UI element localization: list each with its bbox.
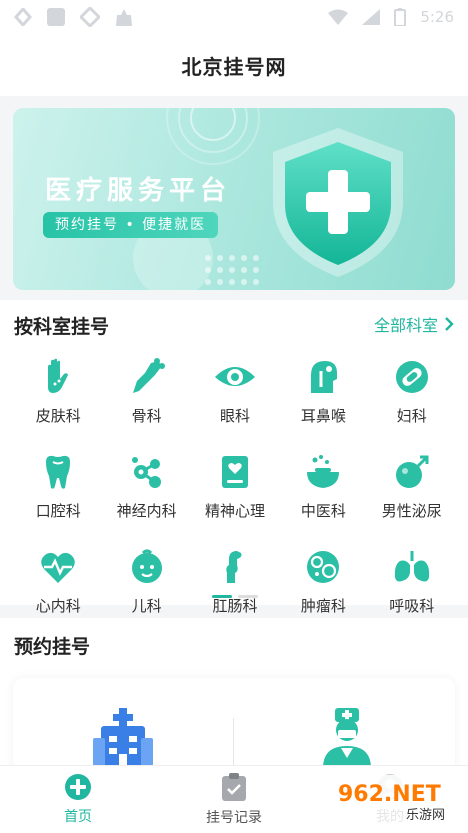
bag-icon	[116, 9, 132, 26]
neuron-icon	[131, 457, 161, 488]
tab-label: 首页	[64, 809, 92, 825]
watermark-text: 962.NET	[338, 782, 441, 807]
page-dot[interactable]	[238, 595, 258, 598]
dept-anorectal[interactable]: 肛肠科	[191, 545, 279, 616]
dept-neurology[interactable]: 神经内科	[102, 450, 190, 521]
cells-icon	[307, 551, 340, 583]
dept-label: 肛肠科	[212, 597, 258, 615]
dept-gynecology[interactable]: 妇科	[368, 355, 456, 426]
dept-label: 妇科	[396, 407, 427, 425]
dept-label: 心内科	[35, 597, 81, 615]
page-indicator	[212, 595, 258, 598]
dept-oncology[interactable]: 肿瘤科	[279, 545, 367, 616]
dept-label: 口腔科	[35, 502, 81, 520]
dept-label: 眼科	[219, 407, 250, 425]
clipboard-icon	[222, 773, 246, 801]
dept-psychology[interactable]: 精神心理	[191, 450, 279, 521]
dept-ent[interactable]: 耳鼻喉	[279, 355, 367, 426]
lungs-icon	[394, 551, 429, 582]
departments-grid: 皮肤科 骨科 眼科 耳鼻喉 妇科 口腔科 神经内科 精神心理 中医科 男性泌尿 …	[14, 355, 456, 616]
registration-title: 预约挂号	[14, 636, 91, 658]
tooth-icon	[46, 455, 71, 489]
app-header: 北京挂号网	[0, 34, 468, 96]
card-divider	[233, 718, 234, 768]
status-time: 5:26	[420, 8, 454, 26]
tab-records[interactable]: 挂号记录	[156, 766, 312, 833]
diamond-app-icon	[80, 7, 100, 27]
heart-board-icon	[221, 456, 248, 488]
male-symbol-icon	[395, 455, 429, 488]
chevron-right-icon	[445, 317, 454, 331]
banner-subtitle: 预约挂号 • 便捷就医	[43, 212, 219, 238]
banner-title: 医疗服务平台	[45, 176, 232, 206]
registration-card	[13, 678, 455, 778]
all-departments-link[interactable]: 全部科室	[374, 312, 454, 336]
baby-icon	[131, 549, 162, 583]
signal-icon	[362, 9, 381, 25]
hand-icon	[48, 358, 69, 393]
watermark-subtext: 乐游网	[406, 808, 445, 823]
bone-icon	[132, 358, 165, 393]
dept-label: 儿科	[131, 597, 162, 615]
sync-icon	[14, 8, 32, 26]
ear-nose-throat-icon	[311, 361, 338, 393]
battery-icon	[394, 8, 407, 26]
dept-dermatology[interactable]: 皮肤科	[14, 355, 102, 426]
dept-label: 骨科	[131, 407, 162, 425]
mortar-icon	[307, 455, 340, 488]
dept-label: 中医科	[300, 502, 346, 520]
dept-label: 肿瘤科	[300, 597, 346, 615]
page-title: 北京挂号网	[181, 54, 287, 79]
dept-label: 皮肤科	[35, 407, 81, 425]
dept-stomatology[interactable]: 口腔科	[14, 450, 102, 521]
eye-icon	[214, 367, 255, 386]
shield-cross-icon	[273, 128, 403, 277]
page-dot-active[interactable]	[212, 595, 232, 598]
dept-label: 精神心理	[204, 502, 265, 520]
bandage-icon	[395, 361, 428, 393]
tab-label: 挂号记录	[206, 810, 262, 826]
dept-label: 耳鼻喉	[300, 407, 346, 425]
departments-title: 按科室挂号	[14, 316, 110, 338]
dept-label: 呼吸科	[389, 597, 435, 615]
heartbeat-icon	[41, 552, 75, 583]
status-bar: 5:26	[0, 0, 468, 34]
wifi-icon	[328, 9, 349, 25]
dept-label: 男性泌尿	[381, 502, 442, 520]
square-app-icon	[47, 8, 65, 26]
plus-circle-icon	[65, 774, 91, 800]
dept-label: 神经内科	[116, 502, 177, 520]
promo-banner[interactable]: 医疗服务平台 预约挂号 • 便捷就医	[13, 108, 455, 290]
intestine-icon	[226, 551, 242, 583]
dept-cardiology[interactable]: 心内科	[14, 545, 102, 616]
tab-home[interactable]: 首页	[0, 766, 156, 833]
dept-tcm[interactable]: 中医科	[279, 450, 367, 521]
dept-urology[interactable]: 男性泌尿	[368, 450, 456, 521]
dept-orthopedics[interactable]: 骨科	[102, 355, 190, 426]
all-departments-label: 全部科室	[373, 316, 438, 335]
hospital-icon[interactable]	[91, 706, 155, 768]
dept-ophthalmology[interactable]: 眼科	[191, 355, 279, 426]
watermark-logo: 962.NET 乐游网	[332, 775, 462, 829]
doctor-icon[interactable]	[319, 706, 375, 768]
dept-respiratory[interactable]: 呼吸科	[368, 545, 456, 616]
dept-pediatrics[interactable]: 儿科	[102, 545, 190, 616]
watermark-graphic: 962.NET 乐游网	[332, 775, 462, 825]
